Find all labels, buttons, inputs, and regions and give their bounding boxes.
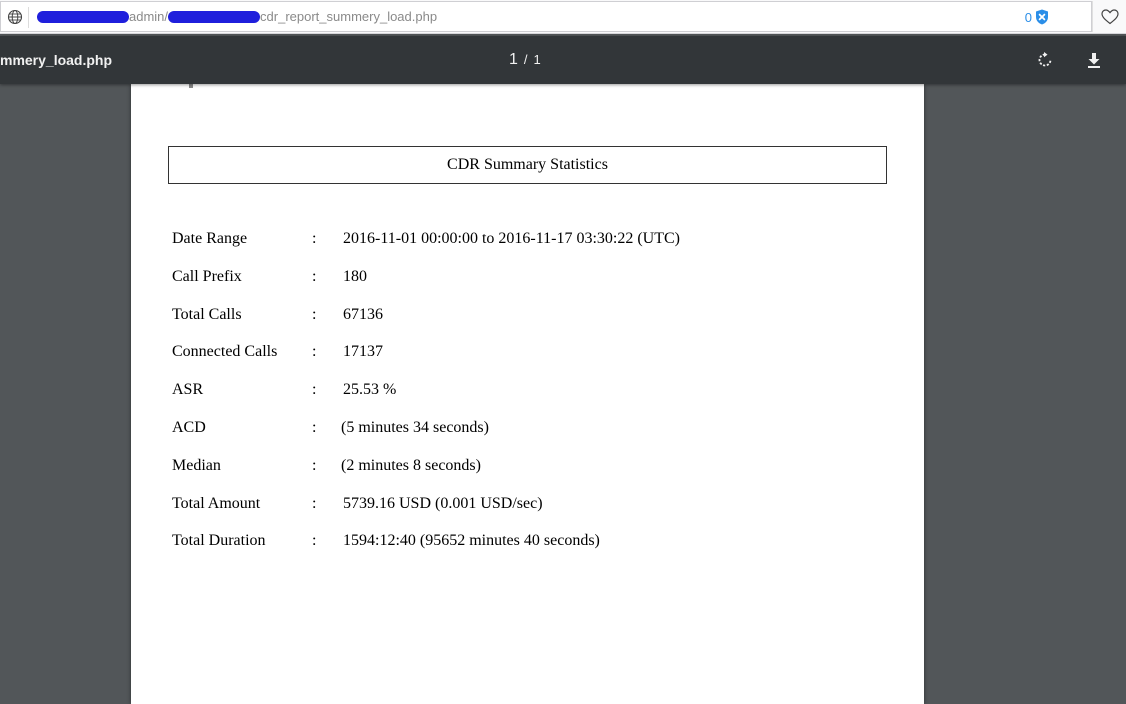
pdf-page: CDR Summary Statistics Date Range : 2016… bbox=[131, 76, 924, 704]
page-indicator: 1 / 1 bbox=[509, 51, 541, 69]
url-file: cdr_report_summery_load.php bbox=[260, 9, 438, 24]
stat-separator: : bbox=[312, 267, 317, 285]
favorite-button[interactable] bbox=[1092, 1, 1126, 32]
stat-value: 25.53 % bbox=[343, 381, 397, 399]
stat-separator: : bbox=[312, 305, 317, 323]
stat-row-call-prefix: Call Prefix : 180 bbox=[172, 268, 872, 306]
total-pages: 1 bbox=[533, 52, 541, 67]
heart-icon bbox=[1100, 8, 1119, 24]
rotate-button[interactable] bbox=[1035, 50, 1055, 70]
stat-row-total-duration: Total Duration : 1594:12:40 (95652 minut… bbox=[172, 532, 872, 570]
stat-value: 180 bbox=[343, 267, 367, 285]
stat-row-median: Median : (2 minutes 8 seconds) bbox=[172, 457, 872, 495]
stat-label: Connected Calls bbox=[172, 343, 278, 361]
stat-label: Total Amount bbox=[172, 494, 261, 512]
tracker-blocker[interactable]: 0 bbox=[1025, 9, 1049, 25]
stats-list: Date Range : 2016-11-01 00:00:00 to 2016… bbox=[172, 230, 872, 570]
globe-icon bbox=[7, 9, 23, 25]
pdf-viewer-area[interactable]: CDR Summary Statistics Date Range : 2016… bbox=[0, 76, 1126, 704]
page-separator: / bbox=[523, 52, 528, 67]
stat-value: 5739.16 USD (0.001 USD/sec) bbox=[343, 494, 543, 512]
stat-separator: : bbox=[312, 532, 317, 550]
stat-value: 1594:12:40 (95652 minutes 40 seconds) bbox=[343, 532, 600, 550]
browser-address-bar: admin/ cdr_report_summery_load.php 0 bbox=[0, 0, 1126, 34]
tracker-count: 0 bbox=[1024, 9, 1032, 25]
stat-separator: : bbox=[312, 456, 317, 474]
stat-label: Median bbox=[172, 456, 221, 474]
stat-value: 17137 bbox=[343, 343, 383, 361]
stat-separator: : bbox=[312, 230, 317, 247]
stat-label: ACD bbox=[172, 418, 206, 436]
shield-icon bbox=[1036, 9, 1048, 25]
stat-label: Total Calls bbox=[172, 305, 242, 323]
stat-label: Date Range bbox=[172, 230, 248, 247]
report-title: CDR Summary Statistics bbox=[447, 156, 608, 173]
stat-separator: : bbox=[312, 343, 317, 361]
stat-label: Call Prefix bbox=[172, 267, 242, 285]
stat-row-total-amount: Total Amount : 5739.16 USD (0.001 USD/se… bbox=[172, 495, 872, 533]
report-title-box: CDR Summary Statistics bbox=[168, 146, 887, 184]
rotate-icon bbox=[1038, 52, 1052, 67]
stat-value: 2016-11-01 00:00:00 to 2016-11-17 03:30:… bbox=[343, 230, 681, 247]
stat-row-asr: ASR : 25.53 % bbox=[172, 381, 872, 419]
stat-row-connected-calls: Connected Calls : 17137 bbox=[172, 343, 872, 381]
pdf-toolbar: mmery_load.php 1 / 1 bbox=[0, 36, 1126, 84]
stat-label: Total Duration bbox=[172, 532, 266, 550]
stat-row-date-range: Date Range : 2016-11-01 00:00:00 to 2016… bbox=[172, 230, 872, 268]
redacted-path bbox=[168, 10, 261, 23]
stat-separator: : bbox=[312, 494, 317, 512]
stat-separator: : bbox=[312, 418, 317, 436]
url-text[interactable]: admin/ cdr_report_summery_load.php bbox=[37, 9, 437, 24]
stat-separator: : bbox=[312, 381, 317, 399]
stat-value: (2 minutes 8 seconds) bbox=[341, 456, 481, 474]
stat-row-acd: ACD : (5 minutes 34 seconds) bbox=[172, 419, 872, 457]
download-button[interactable] bbox=[1084, 50, 1104, 70]
download-icon bbox=[1088, 53, 1100, 68]
redacted-host bbox=[37, 10, 129, 23]
pdf-file-title: mmery_load.php bbox=[0, 52, 113, 68]
current-page-input[interactable]: 1 bbox=[509, 51, 518, 69]
url-path-segment: admin/ bbox=[129, 9, 169, 24]
stat-row-total-calls: Total Calls : 67136 bbox=[172, 306, 872, 344]
stat-label: ASR bbox=[172, 381, 204, 399]
address-divider bbox=[28, 7, 29, 28]
url-field[interactable]: admin/ cdr_report_summery_load.php 0 bbox=[0, 1, 1092, 32]
stat-value: (5 minutes 34 seconds) bbox=[341, 418, 489, 436]
stat-value: 67136 bbox=[343, 305, 383, 323]
